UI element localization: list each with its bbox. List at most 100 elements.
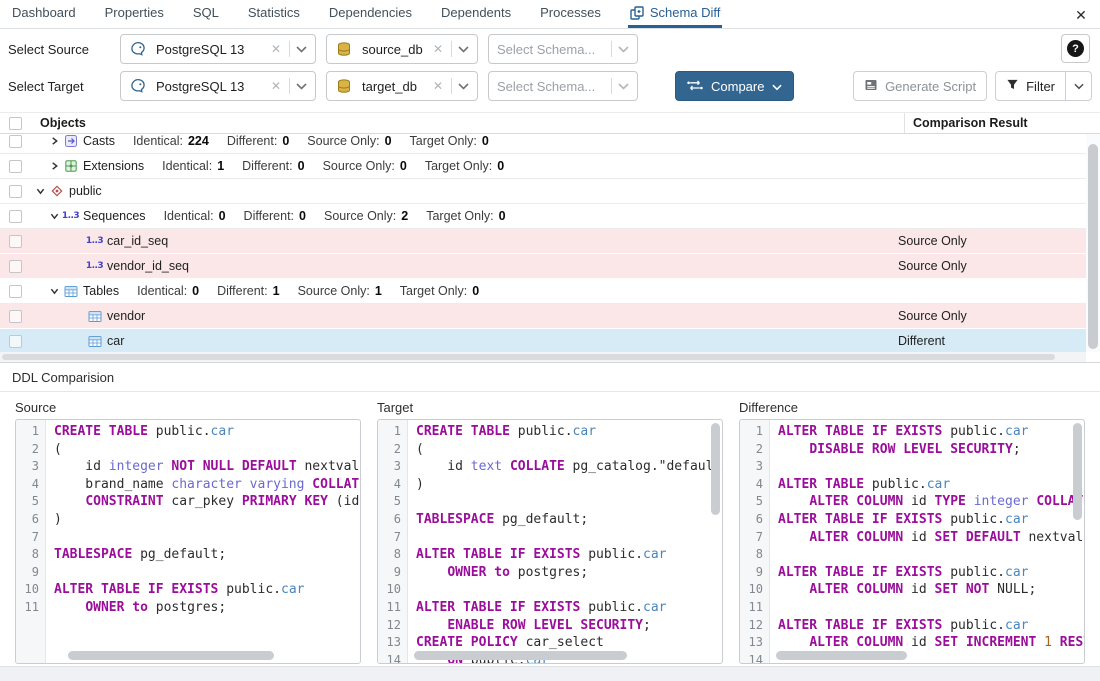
- line-number: 8: [16, 546, 46, 564]
- filter-dropdown-button[interactable]: [1066, 71, 1092, 101]
- tab-dependencies[interactable]: Dependencies: [327, 0, 414, 28]
- tab-label: Properties: [105, 5, 164, 20]
- help-button[interactable]: ?: [1061, 34, 1090, 63]
- table-icon: [62, 285, 79, 298]
- objects-grid-header: Objects Comparison Result: [0, 113, 1100, 134]
- horizontal-scrollbar-thumb[interactable]: [414, 651, 627, 660]
- clear-icon[interactable]: ✕: [269, 79, 283, 93]
- target-database-select[interactable]: target_db ✕: [326, 71, 478, 101]
- vertical-scrollbar-thumb[interactable]: [1073, 423, 1082, 520]
- line-number: 8: [740, 546, 770, 564]
- schema-diff-icon: [630, 6, 644, 20]
- compare-button[interactable]: Compare: [675, 71, 794, 101]
- objects-row-sequences[interactable]: 1..3SequencesIdentical:0Different:0Sourc…: [0, 204, 1086, 229]
- row-checkbox[interactable]: [9, 335, 22, 348]
- clear-icon[interactable]: ✕: [431, 42, 445, 56]
- expand-chevron-icon[interactable]: [46, 158, 62, 174]
- target-schema-select[interactable]: Select Schema...: [488, 71, 638, 101]
- objects-row-casts[interactable]: CastsIdentical:224Different:0Source Only…: [0, 134, 1086, 154]
- code-line: 2(: [378, 441, 722, 459]
- code-line: 10 ALTER COLUMN id SET NOT NULL;: [740, 581, 1084, 599]
- source-code-panel[interactable]: 1CREATE TABLE public.car2(3 id integer N…: [15, 419, 361, 664]
- generate-script-button[interactable]: Generate Script: [853, 71, 987, 101]
- schema-icon: [48, 184, 65, 198]
- objects-row-tables[interactable]: TablesIdentical:0Different:1Source Only:…: [0, 279, 1086, 304]
- object-name: Sequences: [83, 209, 146, 223]
- stat-different: Different:0: [227, 134, 289, 148]
- grid-vertical-scrollbar[interactable]: [1086, 134, 1100, 352]
- chevron-down-icon[interactable]: [296, 40, 307, 58]
- scrollbar-thumb[interactable]: [1088, 144, 1098, 349]
- select-target-row: Select Target PostgreSQL 13 ✕ target_db …: [0, 70, 1100, 102]
- expand-chevron-icon[interactable]: [46, 134, 62, 149]
- tab-dependents[interactable]: Dependents: [439, 0, 513, 28]
- vertical-scrollbar-thumb[interactable]: [711, 423, 720, 515]
- row-checkbox[interactable]: [9, 310, 22, 323]
- row-checkbox[interactable]: [9, 160, 22, 173]
- row-checkbox[interactable]: [9, 135, 22, 148]
- object-name: car: [107, 334, 124, 348]
- tab-processes[interactable]: Processes: [538, 0, 603, 28]
- scrollbar-thumb[interactable]: [2, 354, 1055, 360]
- line-number: 9: [16, 564, 46, 582]
- horizontal-scrollbar-thumb[interactable]: [776, 651, 907, 660]
- line-number: 5: [16, 493, 46, 511]
- collapse-chevron-icon[interactable]: [46, 208, 62, 224]
- code-line: 1CREATE TABLE public.car: [378, 423, 722, 441]
- clear-icon[interactable]: ✕: [269, 42, 283, 56]
- row-checkbox[interactable]: [9, 210, 22, 223]
- source-server-select[interactable]: PostgreSQL 13 ✕: [120, 34, 316, 64]
- chevron-down-icon[interactable]: [618, 77, 629, 95]
- collapse-chevron-icon[interactable]: [32, 183, 48, 199]
- row-checkbox[interactable]: [9, 260, 22, 273]
- clear-icon[interactable]: ✕: [431, 79, 445, 93]
- code-line: 4ALTER TABLE public.car: [740, 476, 1084, 494]
- close-icon[interactable]: ✕: [1072, 6, 1090, 24]
- ddl-comparison-title: DDL Comparision: [0, 363, 1100, 392]
- tab-sql[interactable]: SQL: [191, 0, 221, 28]
- line-number: 4: [378, 476, 408, 494]
- code-line: 10: [378, 581, 722, 599]
- comparison-result-column-header: Comparison Result: [904, 113, 1100, 133]
- difference-code-panel[interactable]: 1ALTER TABLE IF EXISTS public.car2 DISAB…: [739, 419, 1085, 664]
- tab-properties[interactable]: Properties: [103, 0, 166, 28]
- chevron-down-icon[interactable]: [296, 77, 307, 95]
- row-checkbox[interactable]: [9, 235, 22, 248]
- objects-row-vendor-id-seq[interactable]: 1..3vendor_id_seqSource Only: [0, 254, 1086, 279]
- objects-row-public[interactable]: public: [0, 179, 1086, 204]
- objects-rows: CastsIdentical:224Different:0Source Only…: [0, 134, 1086, 352]
- stat-identical: Identical:1: [162, 159, 224, 173]
- chevron-down-icon[interactable]: [458, 77, 469, 95]
- tab-dashboard[interactable]: Dashboard: [10, 0, 78, 28]
- line-number: 10: [378, 581, 408, 599]
- code-line: 6): [16, 511, 360, 529]
- select-all-checkbox[interactable]: [9, 117, 22, 130]
- tab-bar: Dashboard Properties SQL Statistics Dependen…: [0, 0, 1100, 29]
- grid-horizontal-scrollbar[interactable]: [0, 352, 1086, 362]
- objects-row-extensions[interactable]: ExtensionsIdentical:1Different:0Source O…: [0, 154, 1086, 179]
- line-number: 10: [740, 581, 770, 599]
- row-checkbox[interactable]: [9, 185, 22, 198]
- schema-diff-screen: Dashboard Properties SQL Statistics Dependen…: [0, 0, 1100, 681]
- tab-statistics[interactable]: Statistics: [246, 0, 302, 28]
- code-line: 7: [16, 529, 360, 547]
- chevron-down-icon[interactable]: [458, 40, 469, 58]
- tab-label: Schema Diff: [650, 5, 721, 20]
- database-icon: [335, 78, 352, 94]
- source-database-select[interactable]: source_db ✕: [326, 34, 478, 64]
- tab-schema-diff[interactable]: Schema Diff: [628, 0, 723, 28]
- objects-row-car-id-seq[interactable]: 1..3car_id_seqSource Only: [0, 229, 1086, 254]
- source-schema-select[interactable]: Select Schema...: [488, 34, 638, 64]
- objects-row-vendor[interactable]: vendorSource Only: [0, 304, 1086, 329]
- row-checkbox[interactable]: [9, 285, 22, 298]
- filter-button[interactable]: Filter: [995, 71, 1066, 101]
- target-server-select[interactable]: PostgreSQL 13 ✕: [120, 71, 316, 101]
- chevron-down-icon[interactable]: [618, 40, 629, 58]
- objects-row-car[interactable]: carDifferent: [0, 329, 1086, 352]
- target-code-panel[interactable]: 1CREATE TABLE public.car2(3 id text COLL…: [377, 419, 723, 664]
- code-line: 13 ALTER COLUMN id SET INCREMENT 1 RESTA…: [740, 634, 1084, 652]
- collapse-chevron-icon[interactable]: [46, 283, 62, 299]
- object-name: vendor_id_seq: [107, 259, 189, 273]
- line-number: 12: [740, 617, 770, 635]
- horizontal-scrollbar-thumb[interactable]: [68, 651, 274, 660]
